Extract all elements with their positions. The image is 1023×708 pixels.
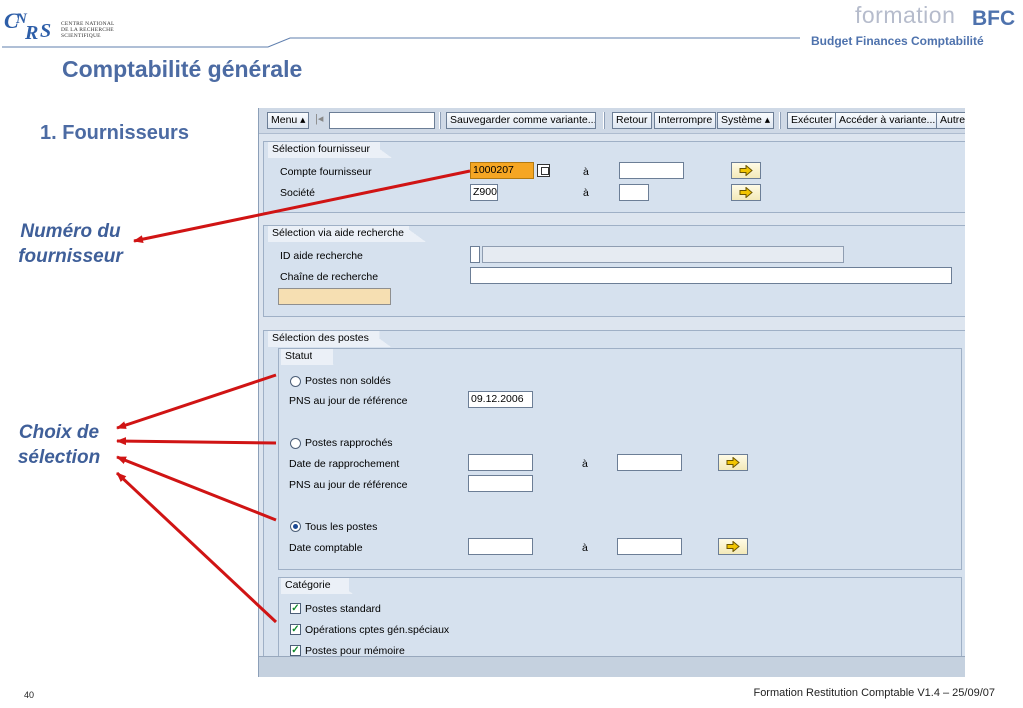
search-help-id-input[interactable] [470, 246, 480, 263]
search-help-panel: Sélection via aide recherche ID aide rec… [263, 225, 965, 317]
clearing-date-from-input[interactable] [468, 454, 533, 471]
cleared-key-date-label: PNS au jour de référence [289, 479, 408, 491]
back-button[interactable]: Retour [612, 112, 652, 129]
system-button[interactable]: Système ▴ [717, 112, 775, 129]
posting-date-to-input[interactable] [617, 538, 682, 555]
category-title: Catégorie [281, 578, 361, 594]
execute-button[interactable]: Exécuter [787, 112, 837, 129]
arrow-to-open-items [116, 373, 277, 430]
posting-date-to-label: à [582, 542, 588, 554]
f4-help-icon[interactable] [537, 164, 550, 177]
callout-numero-fournisseur: Numéro du fournisseur [18, 221, 123, 267]
toolbar-separator [779, 112, 781, 129]
arrow-to-category [115, 471, 278, 624]
company-to-input[interactable] [619, 184, 649, 201]
status-title: Statut [281, 349, 343, 365]
memo-items-checkbox[interactable]: ✓ [290, 645, 301, 656]
open-key-date-input[interactable]: 09.12.2006 [468, 391, 533, 408]
open-key-date-label: PNS au jour de référence [289, 395, 408, 407]
save-variant-button[interactable]: Sauvegarder comme variante... [446, 112, 596, 129]
sap-status-bar [259, 656, 965, 677]
multiple-selection-button[interactable] [718, 538, 748, 555]
clearing-date-to-input[interactable] [617, 454, 682, 471]
toolbar-separator [603, 112, 605, 129]
supplier-selection-title: Sélection fournisseur [268, 142, 401, 158]
special-gl-label: Opérations cptes gén.spéciaux [305, 624, 450, 636]
supplier-selection-panel: Sélection fournisseur Compte fournisseur… [263, 141, 965, 213]
account-to-input[interactable] [619, 162, 684, 179]
brand-bfc: BFC [972, 7, 1016, 30]
posting-date-label: Date comptable [289, 542, 363, 554]
menu-button[interactable]: Menu ▴ [267, 112, 310, 129]
cleared-items-label: Postes rapprochés [305, 437, 393, 449]
all-items-label: Tous les postes [305, 521, 378, 533]
posting-date-from-input[interactable] [468, 538, 533, 555]
open-items-label: Postes non soldés [305, 375, 391, 387]
goto-variant-button[interactable]: Accéder à variante... [835, 112, 940, 129]
arrow-right-icon [739, 165, 753, 176]
brand-formation: formation [855, 2, 956, 28]
search-help-id-label: ID aide recherche [280, 250, 363, 262]
standard-items-label: Postes standard [305, 603, 381, 615]
search-string-label: Chaîne de recherche [280, 271, 379, 283]
search-string-input[interactable] [470, 267, 952, 284]
account-label: Compte fournisseur [280, 166, 372, 178]
open-items-radio[interactable] [290, 376, 301, 387]
standard-items-checkbox[interactable]: ✓ [290, 603, 301, 614]
page-number: 40 [24, 690, 35, 700]
arrow-to-cleared-items [116, 437, 277, 446]
toolbar-nav-icon[interactable]: |◂ [315, 112, 323, 125]
toolbar-separator [439, 112, 441, 129]
arrow-to-all-items [116, 455, 277, 522]
company-input[interactable]: Z900 [470, 184, 498, 201]
items-selection-panel: Sélection des postes Statut Postes non s… [263, 330, 965, 677]
cleared-items-radio[interactable] [290, 438, 301, 449]
account-to-label: à [583, 166, 589, 178]
items-selection-title: Sélection des postes [268, 331, 399, 347]
section-title: 1. Fournisseurs [40, 122, 189, 144]
clearing-date-to-label: à [582, 458, 588, 470]
special-gl-checkbox[interactable]: ✓ [290, 624, 301, 635]
sap-screen: Menu ▴ |◂ Sauvegarder comme variante... … [258, 108, 965, 677]
callout-choix-selection: Choix de sélection [17, 422, 101, 468]
search-help-id-description [482, 246, 844, 263]
multiple-selection-button[interactable] [731, 162, 761, 179]
account-input[interactable]: 1000207 [470, 162, 534, 179]
brand-subtitle: Budget Finances Comptabilité [811, 34, 984, 48]
search-help-button[interactable] [278, 288, 391, 305]
clearing-date-label: Date de rapprochement [289, 458, 400, 470]
multiple-selection-button[interactable] [731, 184, 761, 201]
command-field[interactable] [329, 112, 435, 129]
arrow-right-icon [739, 187, 753, 198]
status-group: Statut Postes non soldés PNS au jour de … [278, 348, 962, 570]
sap-toolbar: Menu ▴ |◂ Sauvegarder comme variante... … [259, 108, 965, 134]
search-help-title: Sélection via aide recherche [268, 226, 434, 242]
arrow-right-icon [726, 541, 740, 552]
cancel-button[interactable]: Interrompre [654, 112, 717, 129]
all-items-radio[interactable] [290, 521, 301, 532]
company-label: Société [280, 187, 316, 199]
cleared-key-date-input[interactable] [468, 475, 533, 492]
multiple-selection-button[interactable] [718, 454, 748, 471]
footer-text: Formation Restitution Comptable V1.4 – 2… [753, 687, 995, 699]
arrow-right-icon [726, 457, 740, 468]
company-to-label: à [583, 187, 589, 199]
other-button[interactable]: Autres [936, 112, 965, 129]
page-title: Comptabilité générale [62, 56, 303, 82]
